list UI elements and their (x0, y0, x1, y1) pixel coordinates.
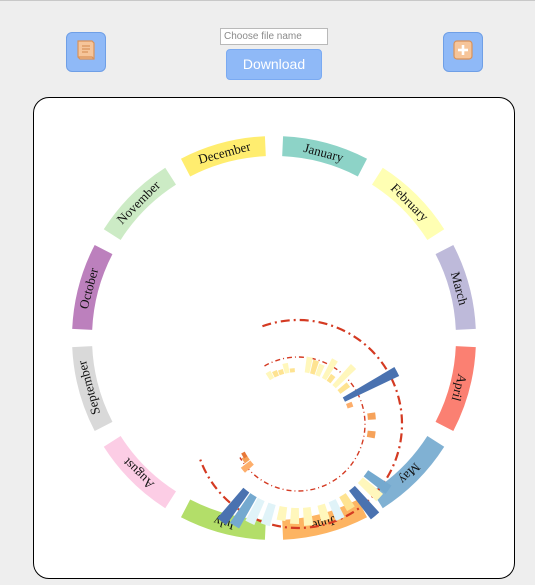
radial-bar-29 (240, 460, 254, 473)
book-button[interactable] (66, 32, 106, 72)
filename-input[interactable] (220, 28, 328, 45)
radial-bar-25 (260, 502, 276, 527)
add-button[interactable] (443, 32, 483, 72)
chart-panel: JanuaryFebruaryMarchAprilMayJuneJulyAugu… (33, 97, 515, 579)
radial-bar-13 (346, 401, 354, 409)
radial-bar-2 (277, 369, 285, 376)
outer-dashed-arc (199, 318, 404, 530)
radial-chart: JanuaryFebruaryMarchAprilMayJuneJulyAugu… (72, 136, 476, 540)
radial-bar-15 (366, 430, 376, 439)
radial-bar-4 (289, 368, 295, 373)
radial-bar-24 (276, 505, 288, 522)
radial-bar-23 (289, 507, 300, 524)
plus-icon (450, 37, 476, 68)
radial-bar-14 (367, 412, 376, 420)
book-icon (73, 37, 99, 68)
month-label-february: February (388, 180, 432, 224)
radial-bar-22 (302, 507, 314, 526)
month-label-november: November (114, 177, 164, 227)
download-button[interactable]: Download (226, 49, 322, 80)
